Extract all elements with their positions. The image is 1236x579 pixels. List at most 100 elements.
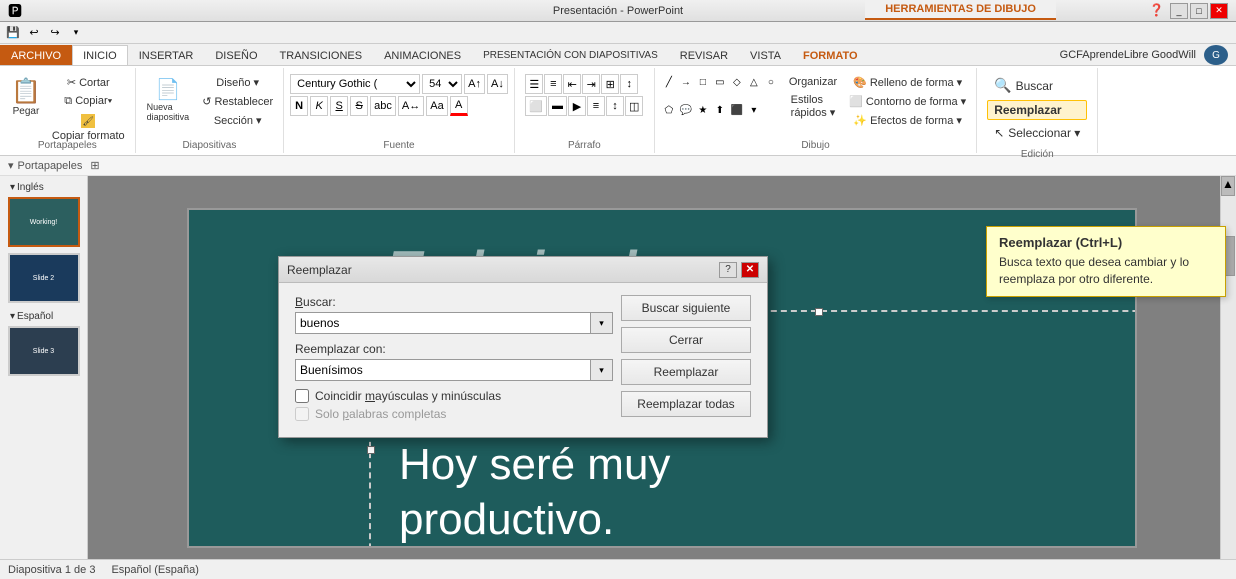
slide-thumb-1[interactable]: Working!: [8, 197, 80, 247]
title-bar-left: 🅿: [8, 1, 22, 21]
relleno-forma-button[interactable]: 🎨 Relleno de forma ▾: [845, 74, 970, 91]
tab-animaciones[interactable]: ANIMACIONES: [373, 45, 472, 65]
shape-triangle[interactable]: △: [746, 74, 762, 90]
font-family-select[interactable]: Century Gothic (: [290, 74, 420, 94]
buscar-button[interactable]: 🔍 Buscar: [987, 74, 1087, 97]
seleccionar-button[interactable]: ↖ Seleccionar ▾: [987, 123, 1087, 143]
reemplazar-button[interactable]: Reemplazar: [987, 100, 1087, 120]
disenio-button[interactable]: Diseño ▾: [198, 74, 277, 91]
shape-line[interactable]: ╱: [661, 74, 677, 90]
slide-thumb-2[interactable]: Slide 2: [8, 253, 80, 303]
text-direction-button[interactable]: ↕: [606, 96, 624, 116]
dialog-help-button[interactable]: ?: [719, 262, 737, 278]
text-color-button[interactable]: A: [450, 96, 468, 116]
buscar-dropdown[interactable]: ▾: [591, 312, 613, 334]
shape-arrow2[interactable]: ⬆: [712, 102, 728, 118]
shape-rounded-rect[interactable]: ▭: [712, 74, 728, 90]
nueva-diapositiva-button[interactable]: 📄 Nuevadiapositiva: [142, 74, 195, 125]
organizar-button[interactable]: Organizar: [785, 74, 841, 90]
font-color-button[interactable]: Aa: [426, 96, 447, 116]
slide-count: Diapositiva 1 de 3: [8, 564, 95, 576]
dialog-close-button[interactable]: ✕: [741, 262, 759, 278]
tab-formato[interactable]: FORMATO: [792, 45, 869, 65]
checkbox-mayusculas[interactable]: [295, 389, 309, 403]
cerrar-button[interactable]: Cerrar: [621, 327, 751, 353]
shadow-button[interactable]: abc: [370, 96, 396, 116]
expand-icon[interactable]: ⊞: [90, 159, 99, 172]
section-arrow: ▾: [8, 159, 14, 172]
pegar-button[interactable]: 📋 Pegar: [6, 74, 46, 120]
align-center-button[interactable]: ▬: [548, 96, 567, 116]
shape-cube[interactable]: ⬛: [729, 102, 745, 118]
ribbon-group-portapapeles: 📋 Pegar ✂ Cortar ⧉ Copiar▾ 🖌 Copiar form…: [0, 68, 136, 153]
fuente-label: Fuente: [383, 138, 414, 151]
quick-access-toolbar: 💾 ↩ ↪ ▾: [0, 22, 1236, 44]
shape-arrow[interactable]: →: [678, 74, 694, 90]
font-size-select[interactable]: 54: [422, 74, 462, 94]
tab-transiciones[interactable]: TRANSICIONES: [269, 45, 374, 65]
italic-button[interactable]: K: [310, 96, 328, 116]
bullets-button[interactable]: ☰: [525, 74, 543, 94]
slide-thumb-3[interactable]: Slide 3: [8, 326, 80, 376]
align-left-button[interactable]: ⬜: [525, 96, 547, 116]
redo-icon[interactable]: ↪: [46, 24, 64, 42]
seccion-button[interactable]: Sección ▾: [198, 112, 277, 129]
checkbox-palabras[interactable]: [295, 407, 309, 421]
shape-parallelogram[interactable]: ◇: [729, 74, 745, 90]
efectos-forma-button[interactable]: ✨ Efectos de forma ▾: [845, 112, 970, 129]
search-icon: 🔍: [994, 77, 1011, 94]
handle-tm[interactable]: [815, 308, 823, 316]
underline-button[interactable]: S: [330, 96, 348, 116]
copiar-button[interactable]: ⧉ Copiar▾: [48, 93, 129, 110]
help-icon[interactable]: ❓: [1149, 3, 1164, 19]
shape-more[interactable]: ▾: [746, 102, 762, 118]
minimize-button[interactable]: _: [1170, 3, 1188, 19]
close-button[interactable]: ✕: [1210, 3, 1228, 19]
contorno-forma-button[interactable]: ⬜ Contorno de forma ▾: [845, 93, 970, 110]
shape-circle[interactable]: ○: [763, 74, 779, 90]
restablecer-button[interactable]: ↺ Restablecer: [198, 93, 277, 110]
save-icon[interactable]: 💾: [4, 24, 22, 42]
buscar-siguiente-button[interactable]: Buscar siguiente: [621, 295, 751, 321]
shape-pentagon[interactable]: ⬠: [661, 102, 677, 118]
justify-button[interactable]: ≡: [587, 96, 605, 116]
bold-button[interactable]: N: [290, 96, 308, 116]
tab-vista[interactable]: VISTA: [739, 45, 792, 65]
reemplazar-button[interactable]: Reemplazar: [621, 359, 751, 385]
scrollbar-up[interactable]: ▲: [1221, 176, 1235, 196]
spacing-button[interactable]: A↔: [398, 96, 424, 116]
buscar-input[interactable]: [295, 312, 591, 334]
convert-smartart-button[interactable]: ◫: [625, 96, 643, 116]
shape-rect[interactable]: □: [695, 74, 711, 90]
checkbox-palabras-row: Solo palabras completas: [295, 407, 613, 421]
tab-diseno[interactable]: DISEÑO: [204, 45, 268, 65]
increase-indent-button[interactable]: ⇥: [582, 74, 600, 94]
paste-icon: 📋: [11, 77, 41, 106]
handle-ml[interactable]: [367, 446, 375, 454]
restore-button[interactable]: □: [1190, 3, 1208, 19]
line-spacing-button[interactable]: ↕: [620, 74, 638, 94]
tab-presentacion[interactable]: PRESENTACIÓN CON DIAPOSITIVAS: [472, 45, 669, 65]
strikethrough-button[interactable]: S: [350, 96, 368, 116]
tab-archivo[interactable]: ARCHIVO: [0, 45, 72, 65]
user-name: GCFAprendeLibre GoodWill: [1060, 49, 1196, 61]
numbered-list-button[interactable]: ≡: [544, 74, 562, 94]
columns-button[interactable]: ⊞: [601, 74, 619, 94]
decrease-indent-button[interactable]: ⇤: [563, 74, 581, 94]
customize-icon[interactable]: ▾: [67, 24, 85, 42]
dialog-controls: ? ✕: [719, 262, 759, 278]
tab-insertar[interactable]: INSERTAR: [128, 45, 205, 65]
tab-inicio[interactable]: INICIO: [72, 45, 128, 65]
shape-callout[interactable]: 💬: [678, 102, 694, 118]
cortar-button[interactable]: ✂ Cortar: [48, 74, 129, 91]
increase-font-button[interactable]: A↑: [464, 74, 485, 94]
decrease-font-button[interactable]: A↓: [487, 74, 508, 94]
reemplazar-input[interactable]: [295, 359, 591, 381]
estilos-rapidos-button[interactable]: Estilosrápidos ▾: [785, 92, 841, 121]
undo-icon[interactable]: ↩: [25, 24, 43, 42]
reemplazar-todas-button[interactable]: Reemplazar todas: [621, 391, 751, 417]
align-right-button[interactable]: ▶: [568, 96, 586, 116]
reemplazar-dropdown[interactable]: ▾: [591, 359, 613, 381]
tab-revisar[interactable]: REVISAR: [669, 45, 739, 65]
shape-star[interactable]: ★: [695, 102, 711, 118]
